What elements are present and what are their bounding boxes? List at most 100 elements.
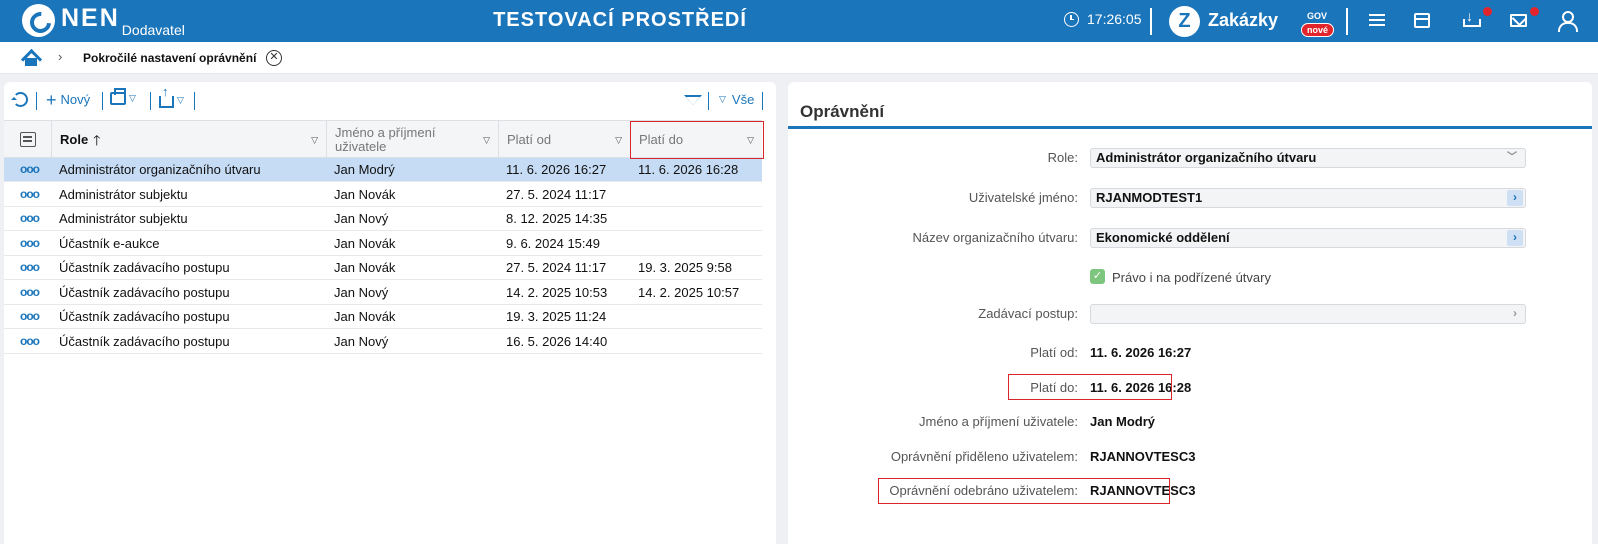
menu-icon[interactable] [1367,11,1387,31]
toolbar-divider [150,92,151,110]
filter-button[interactable] [684,95,702,105]
cell-role: Účastník zadávacího postupu [59,260,230,275]
column-filter-icon[interactable]: ▽ [615,133,622,147]
table-row[interactable]: ooo Účastník zadávacího postupu Jan Novák 1… [4,305,762,329]
cell-user-name: Jan Novák [334,186,396,202]
cell-role: Účastník zadávacího postupu [59,333,230,349]
export-icon [159,84,174,108]
sort-ascending-icon: 🡑 [93,131,101,148]
calendar-icon[interactable] [1414,13,1430,28]
column-header-valid-from[interactable]: Platí od ▽ [498,121,630,158]
row-actions-icon[interactable]: ooo [20,335,40,347]
environment-title: TESTOVACÍ PROSTŘEDÍ [493,9,747,31]
user-icon[interactable] [1557,11,1578,32]
user-name-value: Jan Modrý [1090,414,1156,429]
role-select[interactable]: Administrátor organizačního útvaru ﹀ [1090,148,1526,168]
session-clock: 17:26:05 [1064,11,1142,27]
download-icon[interactable] [1462,8,1481,29]
top-bar: NEN Dodavatel TESTOVACÍ PROSTŘEDÍ 17:26:… [0,0,1598,42]
cell-role: Účastník e-aukce [59,235,160,251]
column-header-user-name[interactable]: Jméno a příjmení uživatele ▽ [326,121,498,158]
toolbar-divider [762,92,763,110]
cell-user-name: Jan Nový [334,284,389,300]
cell-valid-to [630,305,638,329]
row-actions-icon[interactable]: ooo [20,163,40,175]
username-value: RJANMODTEST1 [1096,190,1203,205]
table-row[interactable]: ooo Administrátor organizačního útvaru Jan… [4,158,762,182]
grid-toolbar: + Nový ▽ ▽ ▽ Vše [4,82,776,120]
cell-valid-to [630,232,638,256]
detail-title: Oprávnění [800,102,885,121]
row-actions-icon[interactable]: ooo [20,212,40,224]
table-row[interactable]: ooo Účastník zadávacího postupu Jan Nový 14… [4,281,762,305]
home-icon[interactable] [21,49,41,67]
cell-user-name: Jan Nový [334,211,389,226]
close-tab-icon[interactable]: ✕ [266,50,282,66]
cell-user-name: Jan Novák [334,260,396,275]
print-button[interactable]: ▽ [110,88,136,105]
row-actions-icon[interactable]: ooo [20,261,40,273]
sub-units-checkbox[interactable]: ✓ [1090,269,1105,284]
clock-time: 17:26:05 [1087,11,1142,27]
procedure-label: Zadávací postup: [978,306,1078,321]
new-button-label: Nový [60,92,91,107]
nen-logo[interactable]: NEN Dodavatel [22,4,185,38]
funnel-icon [684,95,702,105]
filter-all-dropdown[interactable]: ▽ Vše [716,92,754,107]
valid-from-value: 11. 6. 2026 16:27 [1090,345,1192,360]
open-procedure-button[interactable]: › [1507,306,1523,322]
header-divider [1150,8,1152,35]
valid-from-label: Platí od: [1030,345,1078,360]
download-notification-dot [1483,7,1492,16]
sub-units-label: Právo i na podřízené útvary [1112,270,1271,285]
toolbar-divider [36,92,37,110]
cell-valid-to [630,330,638,354]
user-name-label: Jméno a příjmení uživatele: [919,414,1078,429]
cell-valid-to: 19. 3. 2025 9:58 [638,260,732,275]
mail-icon[interactable] [1510,14,1527,27]
granted-by-value: RJANNOVTESC3 [1090,449,1196,464]
table-row[interactable]: ooo Účastník e-aukce Jan Novák 9. 6. 2024 1… [4,232,762,256]
printer-icon [110,88,126,105]
refresh-button[interactable] [11,92,28,107]
table-row[interactable]: ooo Účastník zadávacího postupu Jan Nový 16… [4,330,762,354]
cell-role: Administrátor subjektu [59,211,188,226]
cell-user-name: Jan Novák [334,235,396,251]
cell-valid-to: 14. 2. 2025 10:57 [638,284,740,300]
procedure-field[interactable]: › [1090,304,1526,324]
new-button[interactable]: + Nový [46,91,91,109]
table-row[interactable]: ooo Účastník zadávacího postupu Jan Novák 2… [4,256,762,280]
row-actions-icon[interactable]: ooo [20,310,40,322]
cell-valid-from: 11. 6. 2026 16:27 [506,162,607,177]
zakazky-link[interactable]: Zakázky [1208,10,1278,31]
logo-text: NEN [61,4,120,32]
toolbar-divider [708,92,709,110]
table-row[interactable]: ooo Administrátor subjektu Jan Novák 27. 5.… [4,183,762,207]
cell-valid-from: 16. 5. 2026 14:40 [506,333,608,349]
mail-notification-dot [1530,7,1539,16]
column-filter-icon[interactable]: ▽ [311,133,318,147]
refresh-icon [11,92,28,107]
org-unit-value: Ekonomické oddělení [1096,230,1230,245]
org-unit-field[interactable]: Ekonomické oddělení › [1090,228,1526,248]
dropdown-triangle-icon: ▽ [129,93,136,103]
export-button[interactable]: ▽ [159,84,184,108]
column-header-role[interactable]: Role 🡑 ▽ [51,121,326,158]
column-settings-button[interactable] [4,121,51,158]
cell-user-name: Jan Nový [334,333,389,349]
row-actions-icon[interactable]: ooo [20,237,40,249]
filter-all-label: Vše [731,92,755,107]
row-actions-icon[interactable]: ooo [20,286,40,298]
username-label: Uživatelské jméno: [968,190,1078,205]
org-unit-label: Název organizačního útvaru: [912,230,1078,245]
column-filter-icon[interactable]: ▽ [483,133,490,147]
cell-valid-from: 9. 6. 2024 15:49 [506,235,600,251]
zakazky-logo-icon[interactable]: Z [1169,6,1200,37]
row-actions-icon[interactable]: ooo [20,188,40,200]
username-field[interactable]: RJANMODTEST1 › [1090,188,1526,208]
role-select-value: Administrátor organizačního útvaru [1096,150,1317,165]
table-row[interactable]: ooo Administrátor subjektu Jan Nový 8. 12. … [4,207,762,231]
open-username-button[interactable]: › [1507,190,1523,206]
open-org-unit-button[interactable]: › [1507,230,1523,246]
cell-valid-from: 27. 5. 2024 11:17 [506,186,607,202]
